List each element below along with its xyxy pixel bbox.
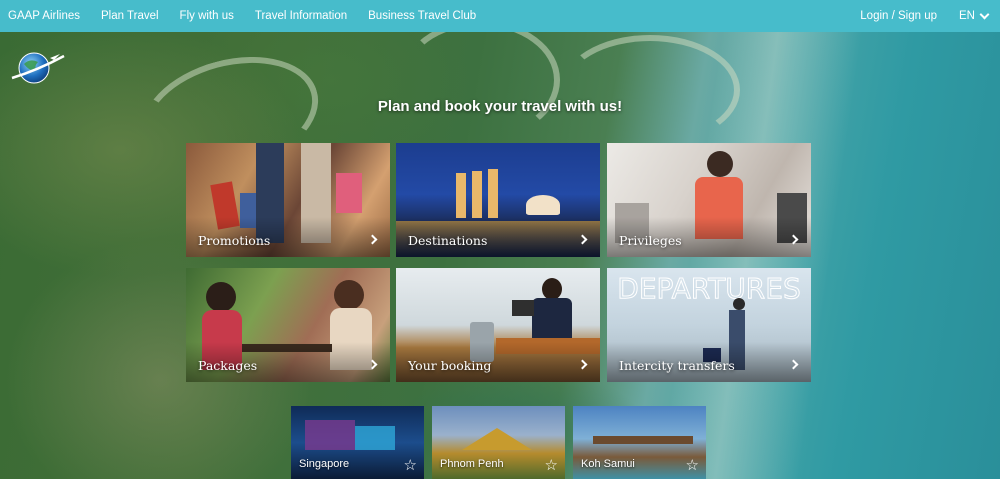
destination-label: Koh Samui <box>581 458 635 470</box>
traveler-figure <box>733 298 745 310</box>
pier-illustration <box>593 436 693 444</box>
skyline-illustration <box>355 426 395 450</box>
museum-lotus-illustration <box>526 195 560 215</box>
brand-link[interactable]: GAAP Airlines <box>8 10 80 22</box>
shopping-bag-illustration <box>336 173 362 213</box>
tile-packages[interactable]: Packages <box>186 268 390 382</box>
nav-right-group: Login / Sign up EN <box>860 9 992 22</box>
destination-card-phnom-penh[interactable]: Phnom Penh ☆ <box>432 406 565 479</box>
departures-sign-text: DEPARTURES <box>617 272 800 304</box>
language-label: EN <box>959 10 975 22</box>
hotel-tower-illustration <box>488 169 498 218</box>
tile-promotions[interactable]: Promotions <box>186 143 390 257</box>
nav-travel-information[interactable]: Travel Information <box>255 10 347 22</box>
star-icon[interactable]: ☆ <box>404 458 417 473</box>
skyline-illustration <box>305 420 355 450</box>
businessman-figure <box>542 278 562 300</box>
language-selector[interactable]: EN <box>959 9 990 22</box>
tile-label: Destinations <box>408 233 488 248</box>
woman-figure <box>334 280 364 310</box>
login-signup-link[interactable]: Login / Sign up <box>860 10 937 22</box>
laptop-illustration <box>512 300 534 316</box>
background-river <box>400 20 560 140</box>
star-icon[interactable]: ☆ <box>686 458 699 473</box>
woman-figure <box>206 282 236 312</box>
tile-privileges[interactable]: Privileges <box>607 143 811 257</box>
hotel-tower-illustration <box>472 171 482 218</box>
departures-sign: DEPARTURES <box>617 272 801 305</box>
tile-label: Packages <box>198 358 258 373</box>
airline-globe-logo[interactable] <box>10 48 66 86</box>
destination-card-singapore[interactable]: Singapore ☆ <box>291 406 424 479</box>
page-headline: Plan and book your travel with us! <box>377 98 623 115</box>
star-icon[interactable]: ☆ <box>545 458 558 473</box>
destination-card-koh-samui[interactable]: Koh Samui ☆ <box>573 406 706 479</box>
nav-fly-with-us[interactable]: Fly with us <box>180 10 234 22</box>
nav-plan-travel[interactable]: Plan Travel <box>101 10 159 22</box>
tile-intercity-transfers[interactable]: DEPARTURES Intercity transfers <box>607 268 811 382</box>
tile-label: Promotions <box>198 233 271 248</box>
nav-business-travel-club[interactable]: Business Travel Club <box>368 10 476 22</box>
destination-label: Singapore <box>299 458 350 470</box>
destination-label: Phnom Penh <box>440 458 504 470</box>
tile-destinations[interactable]: Destinations <box>396 143 600 257</box>
palace-roof-illustration <box>462 428 532 450</box>
top-navigation-bar: GAAP Airlines Plan Travel Fly with us Tr… <box>0 0 1000 32</box>
tile-label: Privileges <box>619 233 682 248</box>
tile-label: Your booking <box>408 358 492 373</box>
traveler-figure <box>707 151 733 177</box>
hotel-tower-illustration <box>456 173 466 218</box>
tile-label: Intercity transfers <box>619 358 735 373</box>
tile-your-booking[interactable]: Your booking <box>396 268 600 382</box>
chevron-down-icon <box>979 9 990 19</box>
